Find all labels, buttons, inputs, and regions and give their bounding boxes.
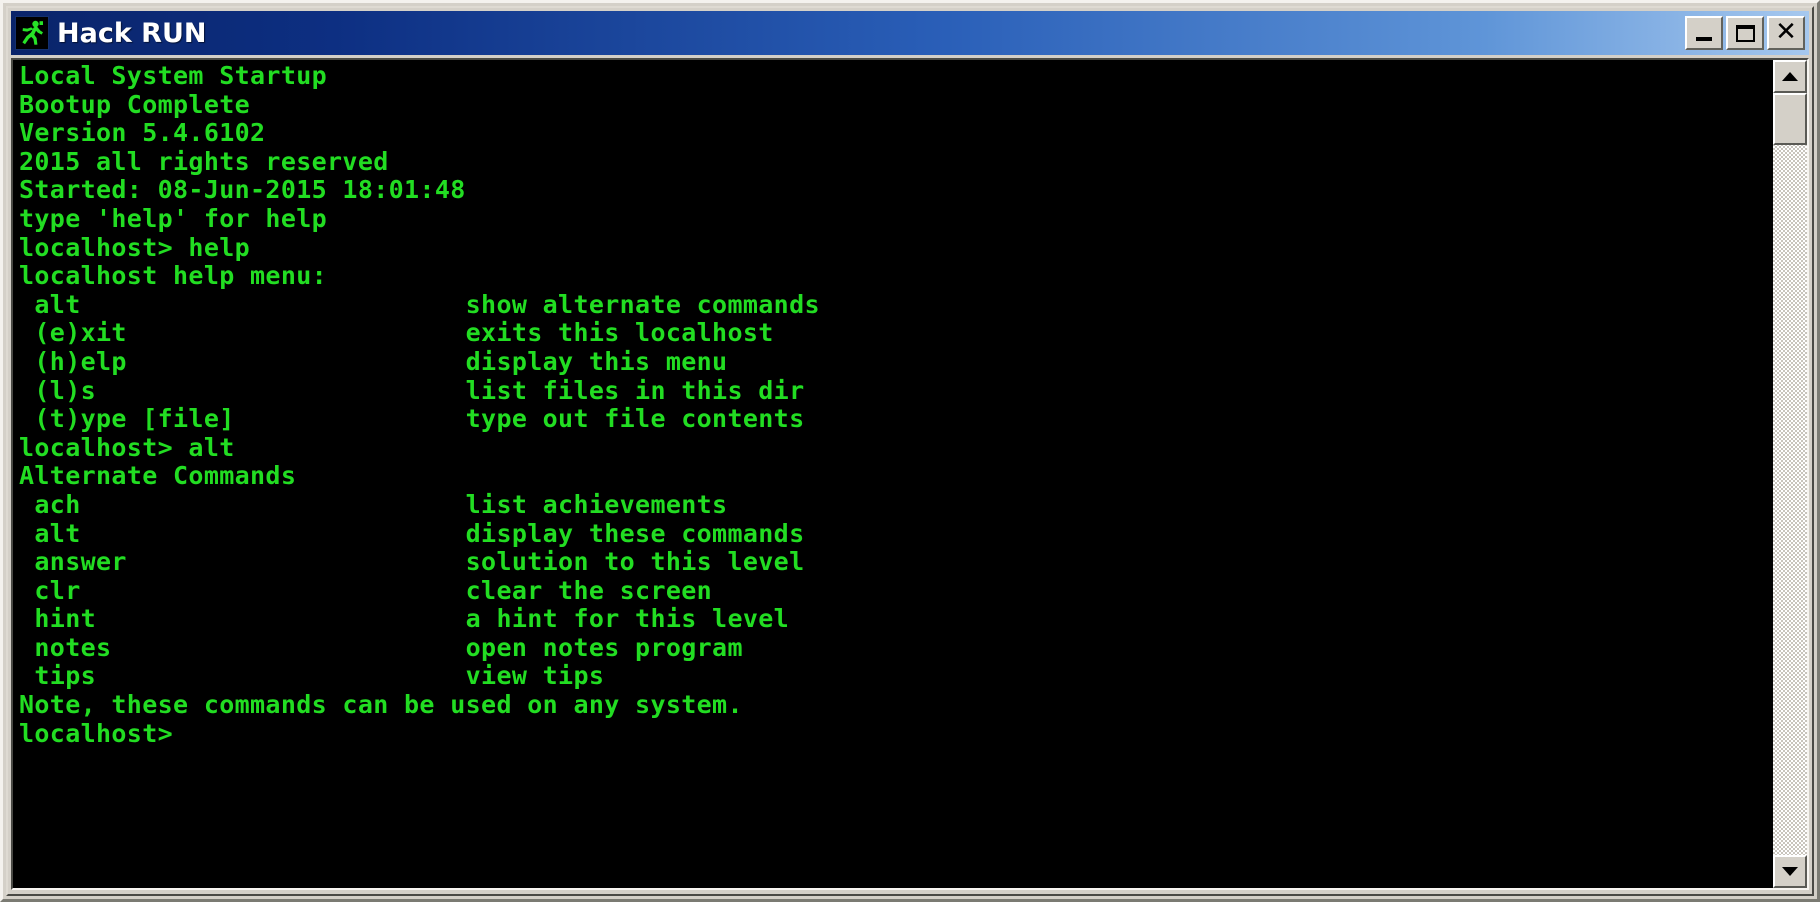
terminal-line: (h)elp display this menu — [19, 346, 728, 376]
terminal-line: Note, these commands can be used on any … — [19, 690, 743, 720]
chevron-down-icon — [1782, 867, 1798, 876]
terminal-line: clr clear the screen — [19, 575, 713, 605]
window-controls: ✕ — [1685, 16, 1807, 50]
terminal-line: (t)ype [file] type out file contents — [19, 404, 805, 434]
close-button[interactable]: ✕ — [1767, 16, 1805, 50]
terminal-line: 2015 all rights reserved — [19, 146, 389, 176]
chevron-up-icon — [1782, 72, 1798, 81]
scroll-up-button[interactable] — [1773, 60, 1807, 93]
scrollbar-track[interactable] — [1773, 145, 1807, 855]
terminal-line: Alternate Commands — [19, 461, 297, 491]
terminal-line: localhost> help — [19, 232, 251, 262]
application-window: Hack RUN ✕ Local System Startup Bootup Co… — [0, 0, 1820, 902]
terminal-line: ach list achievements — [19, 489, 728, 519]
terminal-line: Version 5.4.6102 — [19, 118, 266, 148]
terminal-line: Local System Startup — [19, 61, 328, 90]
scroll-down-button-holder — [1773, 855, 1807, 888]
maximize-button[interactable] — [1726, 16, 1764, 50]
terminal-output: Local System Startup Bootup Complete Versi… — [19, 61, 1772, 748]
terminal-line: alt show alternate commands — [19, 289, 820, 319]
terminal-line: tips view tips — [19, 661, 605, 691]
terminal-line: Bootup Complete — [19, 89, 251, 119]
terminal-line: Started: 08-Jun-2015 18:01:48 — [19, 175, 466, 205]
vertical-scrollbar[interactable] — [1772, 60, 1807, 888]
terminal-line: localhost> — [19, 718, 174, 748]
terminal-line: notes open notes program — [19, 632, 743, 662]
close-icon: ✕ — [1775, 17, 1797, 47]
scrollbar-thumb[interactable] — [1773, 93, 1807, 145]
client-area: Local System Startup Bootup Complete Versi… — [11, 58, 1809, 890]
window-title: Hack RUN — [57, 17, 207, 49]
terminal-line: type 'help' for help — [19, 203, 328, 233]
terminal-line: (l)s list files in this dir — [19, 375, 805, 405]
terminal-line: hint a hint for this level — [19, 604, 790, 634]
maximize-icon — [1735, 24, 1755, 42]
minimize-button[interactable] — [1685, 16, 1723, 50]
scroll-down-button[interactable] — [1773, 855, 1807, 888]
terminal-line: localhost> alt — [19, 432, 235, 462]
terminal-screen[interactable]: Local System Startup Bootup Complete Versi… — [13, 60, 1772, 888]
minimize-icon — [1696, 37, 1712, 41]
window-inner-frame: Hack RUN ✕ Local System Startup Bootup Co… — [6, 6, 1814, 896]
title-bar[interactable]: Hack RUN ✕ — [11, 11, 1809, 55]
terminal-line: localhost help menu: — [19, 261, 328, 291]
terminal-line: (e)xit exits this localhost — [19, 318, 774, 348]
running-man-icon — [15, 16, 49, 50]
terminal-line: answer solution to this level — [19, 547, 805, 577]
terminal-line: alt display these commands — [19, 518, 805, 548]
